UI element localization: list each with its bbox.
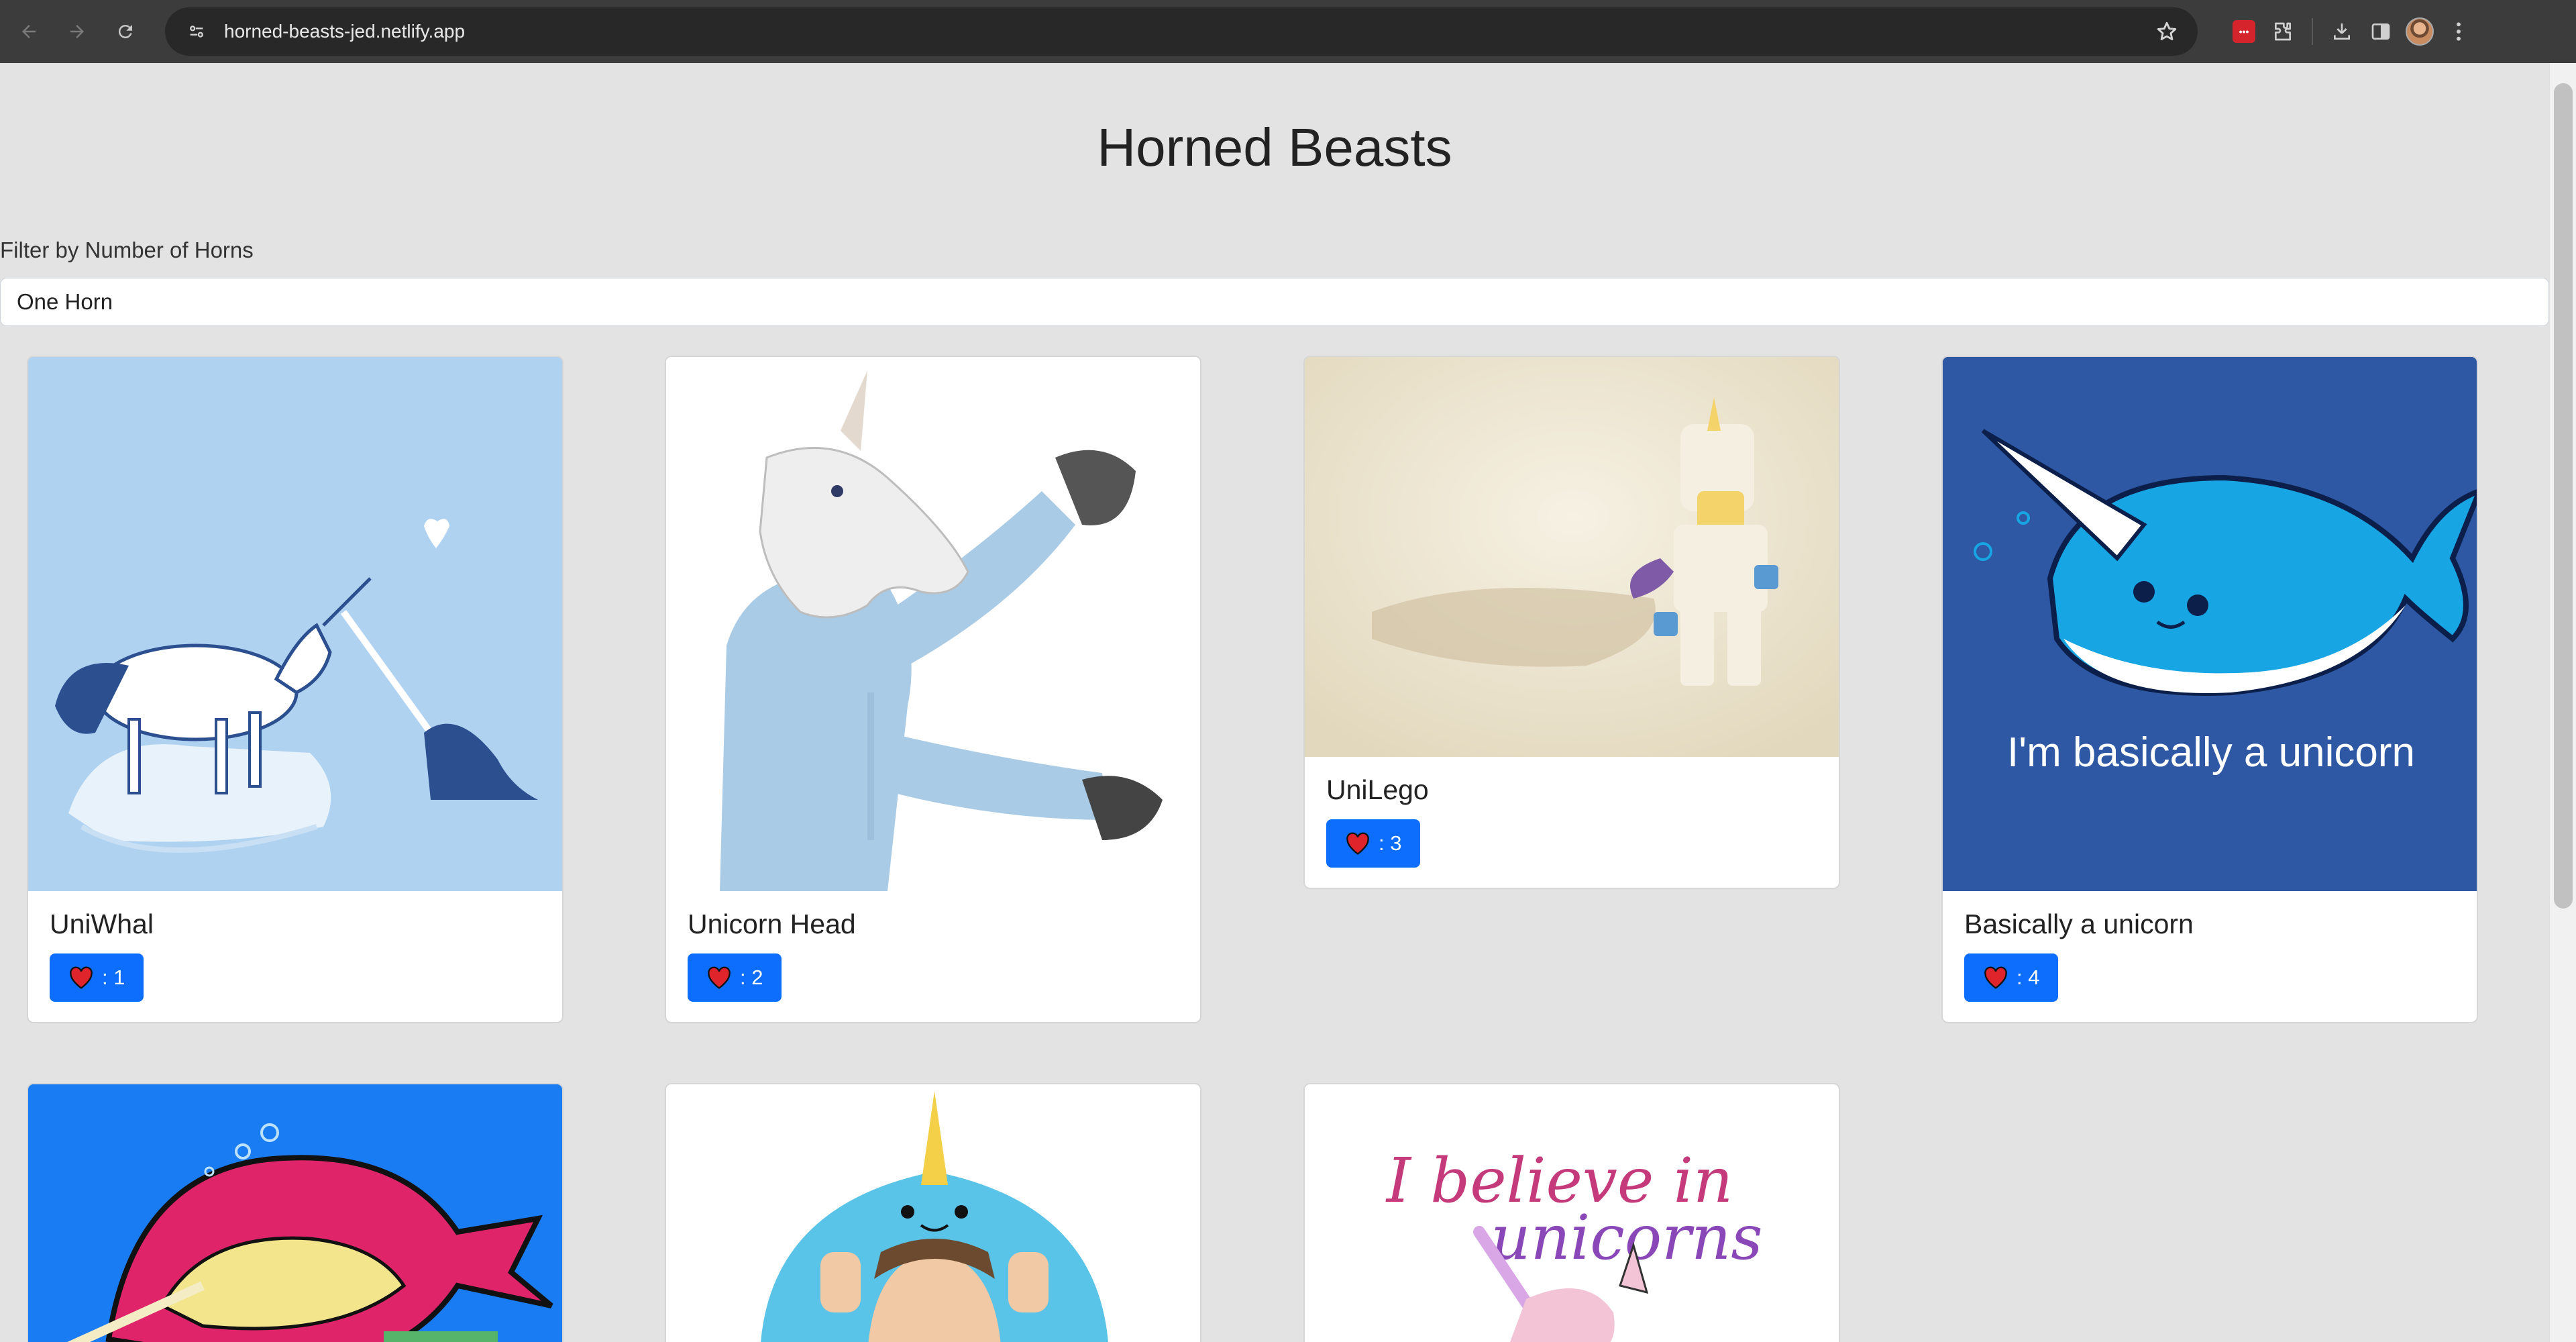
filter-label: Filter by Number of Horns — [0, 238, 254, 262]
download-icon[interactable] — [2322, 12, 2361, 51]
like-count: : 2 — [740, 966, 763, 989]
beast-image[interactable] — [1305, 357, 1839, 757]
beast-image[interactable]: I'm basically a unicorn — [1943, 357, 2477, 891]
beast-card: I believe in unicorns — [1303, 1083, 1840, 1342]
back-button[interactable] — [9, 12, 48, 51]
like-button[interactable]: : 3 — [1326, 819, 1421, 868]
beast-card: UniLego : 3 — [1303, 356, 1840, 889]
beast-card — [665, 1083, 1201, 1342]
reload-button[interactable] — [106, 12, 145, 51]
like-button[interactable]: : 1 — [50, 953, 144, 1002]
beast-card: I'm basically a unicorn Basically a unic… — [1941, 356, 2478, 1023]
beast-image[interactable] — [666, 1084, 1200, 1342]
like-button[interactable]: : 4 — [1964, 953, 2059, 1002]
beast-title: Basically a unicorn — [1964, 909, 2194, 939]
scrollbar-thumb[interactable] — [2554, 83, 2573, 909]
like-count: : 1 — [102, 966, 125, 989]
page-scrollbar[interactable] — [2549, 63, 2576, 1342]
browser-toolbar: horned-beasts-jed.netlify.app ••• — [0, 0, 2576, 63]
beast-title: UniWhal — [50, 909, 154, 939]
beast-image[interactable] — [666, 357, 1200, 891]
beast-image[interactable] — [28, 1084, 562, 1342]
address-bar[interactable]: horned-beasts-jed.netlify.app — [165, 7, 2198, 56]
heart-icon — [70, 966, 93, 989]
beast-card: Unicorn Head : 2 — [665, 356, 1201, 1023]
like-count: : 4 — [2017, 966, 2040, 989]
back-arrow-icon — [22, 25, 36, 38]
beast-card — [27, 1083, 564, 1342]
like-count: : 3 — [1379, 831, 1402, 855]
heart-icon — [1346, 832, 1369, 855]
bookmark-star-icon[interactable] — [2153, 18, 2180, 45]
horns-filter-select[interactable]: One Horn — [0, 278, 2549, 326]
horns-filter-value: One Horn — [17, 289, 113, 314]
toolbar-divider — [2312, 18, 2313, 45]
beast-title: Unicorn Head — [688, 909, 856, 939]
extensions-puzzle-icon[interactable] — [2263, 12, 2302, 51]
profile-avatar[interactable] — [2400, 12, 2439, 51]
beast-card: UniWhal : 1 — [27, 356, 564, 1023]
reload-icon — [118, 25, 132, 39]
like-button[interactable]: : 2 — [688, 953, 782, 1002]
page-content: Horned Beasts Filter by Number of Horns … — [0, 63, 2549, 1342]
url-text[interactable]: horned-beasts-jed.netlify.app — [224, 21, 465, 42]
forward-arrow-icon — [70, 25, 84, 38]
page-title: Horned Beasts — [1097, 117, 1452, 177]
beast-title: UniLego — [1326, 774, 1429, 805]
shirt-slogan: I'm basically a unicorn — [2007, 729, 2415, 776]
beast-image[interactable]: I believe in unicorns — [1305, 1084, 1839, 1342]
menu-kebab-icon[interactable] — [2439, 12, 2478, 51]
heart-icon — [708, 966, 731, 989]
extension-red-icon[interactable]: ••• — [2224, 12, 2263, 51]
site-info-icon[interactable] — [173, 7, 220, 56]
side-panel-icon[interactable] — [2361, 12, 2400, 51]
heart-icon — [1984, 966, 2007, 989]
beast-image[interactable] — [28, 357, 562, 891]
forward-button[interactable] — [58, 12, 97, 51]
